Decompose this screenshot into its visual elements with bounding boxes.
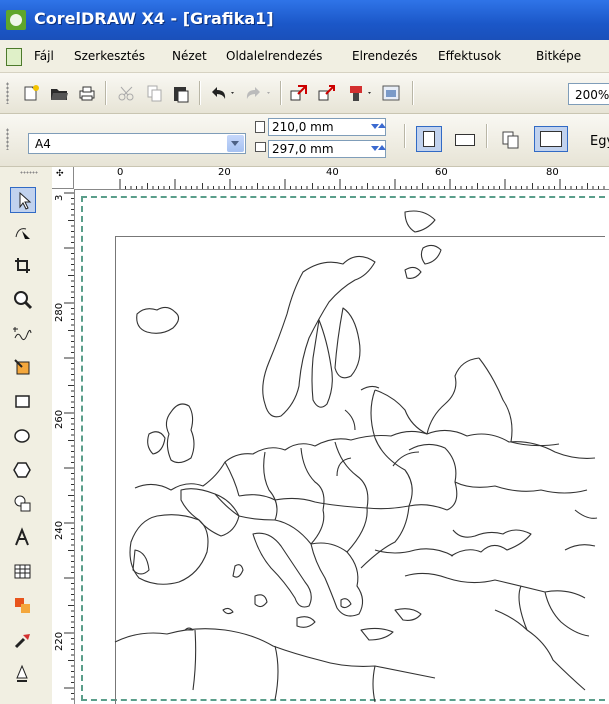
copy-icon[interactable]	[144, 82, 166, 104]
ellipse-tool-icon[interactable]	[10, 423, 36, 449]
text-tool-icon[interactable]	[10, 525, 36, 551]
ruler-label: 240	[54, 520, 65, 540]
import-icon[interactable]	[288, 82, 310, 104]
basic-shapes-tool-icon[interactable]	[10, 491, 36, 517]
table-tool-icon[interactable]	[10, 559, 36, 585]
polygon-tool-icon[interactable]	[10, 457, 36, 483]
origin-icon: ✣	[56, 169, 64, 179]
window-title: CorelDRAW X4 - [Grafika1]	[34, 9, 274, 28]
menu-effects[interactable]: Effektusok	[438, 49, 501, 63]
ruler-label: 80	[546, 167, 559, 178]
toolbox-grip[interactable]	[20, 171, 38, 174]
print-icon[interactable]	[76, 82, 98, 104]
document-icon[interactable]	[6, 48, 22, 66]
europe-map-drawing[interactable]	[75, 190, 609, 704]
page-width-spinner[interactable]	[370, 120, 386, 134]
page-size-value: A4	[35, 137, 51, 151]
paste-icon[interactable]	[170, 82, 192, 104]
smart-fill-tool-icon[interactable]	[10, 355, 36, 381]
menu-arrange[interactable]: Elrendezés	[352, 49, 418, 63]
toolbox	[0, 167, 53, 704]
undo-icon[interactable]	[207, 82, 234, 104]
crop-tool-icon[interactable]	[10, 253, 36, 279]
ruler-label: 280	[54, 302, 65, 322]
portrait-icon	[423, 131, 435, 147]
drawing-canvas[interactable]	[75, 190, 609, 704]
page-height-icon	[255, 142, 266, 152]
zoom-level-field[interactable]: 200%	[568, 83, 609, 105]
rectangle-tool-icon[interactable]	[10, 389, 36, 415]
ruler-origin[interactable]: ✣	[52, 167, 74, 189]
zoom-tool-icon[interactable]	[10, 287, 36, 313]
pick-tool-icon[interactable]	[10, 187, 36, 213]
menu-view[interactable]: Nézet	[172, 49, 207, 63]
export-icon[interactable]	[316, 82, 338, 104]
toolbar-separator	[280, 81, 282, 105]
redo-icon[interactable]	[243, 82, 270, 104]
coreldraw-app-icon[interactable]	[6, 10, 26, 30]
toolbar-grip[interactable]	[6, 82, 9, 104]
page-height-field[interactable]: 297,0 mm	[268, 140, 386, 158]
horizontal-ruler[interactable]: 0 20 40 60 80	[74, 167, 609, 190]
property-bar-grip[interactable]	[6, 128, 9, 150]
ruler-label: 40	[326, 167, 339, 178]
current-page-icon	[540, 131, 562, 147]
welcome-icon[interactable]	[380, 82, 402, 104]
toolbar-separator	[486, 124, 488, 148]
vertical-ruler-ticks	[64, 192, 74, 700]
ruler-label: 20	[218, 167, 231, 178]
toolbar-separator	[105, 81, 107, 105]
cut-icon[interactable]	[116, 82, 138, 104]
page-width-icon	[255, 121, 265, 133]
toolbar-separator	[404, 124, 406, 148]
page-height-spinner[interactable]	[370, 142, 386, 156]
outline-tool-icon[interactable]	[10, 661, 36, 687]
vertical-ruler[interactable]: 3 280 260 240 220	[52, 189, 75, 704]
ruler-label: 260	[54, 409, 65, 429]
menu-bar: Fájl Szerkesztés Nézet Oldalelrendezés E…	[0, 40, 609, 73]
chevron-down-icon[interactable]	[227, 135, 244, 152]
freehand-tool-icon[interactable]	[10, 321, 36, 347]
toolbar-separator	[412, 81, 414, 105]
standard-toolbar	[0, 73, 609, 114]
title-bar[interactable]: CorelDRAW X4 - [Grafika1]	[0, 0, 609, 40]
page-width-field[interactable]: 210,0 mm	[268, 118, 386, 136]
toolbar-separator	[199, 81, 201, 105]
new-icon[interactable]	[20, 82, 42, 104]
ruler-label: 3	[54, 194, 65, 201]
page-size-select[interactable]: A4	[28, 133, 246, 154]
landscape-icon[interactable]	[455, 134, 475, 146]
shape-tool-icon[interactable]	[10, 221, 36, 247]
menu-bitmaps[interactable]: Bitképe	[536, 49, 581, 63]
menu-file[interactable]: Fájl	[34, 49, 54, 63]
eyedropper-tool-icon[interactable]	[10, 627, 36, 653]
open-icon[interactable]	[48, 82, 70, 104]
menu-layout[interactable]: Oldalelrendezés	[226, 49, 322, 63]
ruler-label: 220	[54, 631, 65, 651]
app-launcher-icon[interactable]	[346, 82, 371, 104]
property-bar-truncated-label: Egy	[590, 134, 609, 149]
all-pages-icon[interactable]	[500, 128, 522, 150]
ruler-label: 60	[435, 167, 448, 178]
ruler-label: 0	[117, 167, 124, 178]
interactive-tool-icon[interactable]	[10, 593, 36, 619]
horizontal-ruler-ticks	[119, 179, 605, 189]
menu-edit[interactable]: Szerkesztés	[74, 49, 145, 63]
